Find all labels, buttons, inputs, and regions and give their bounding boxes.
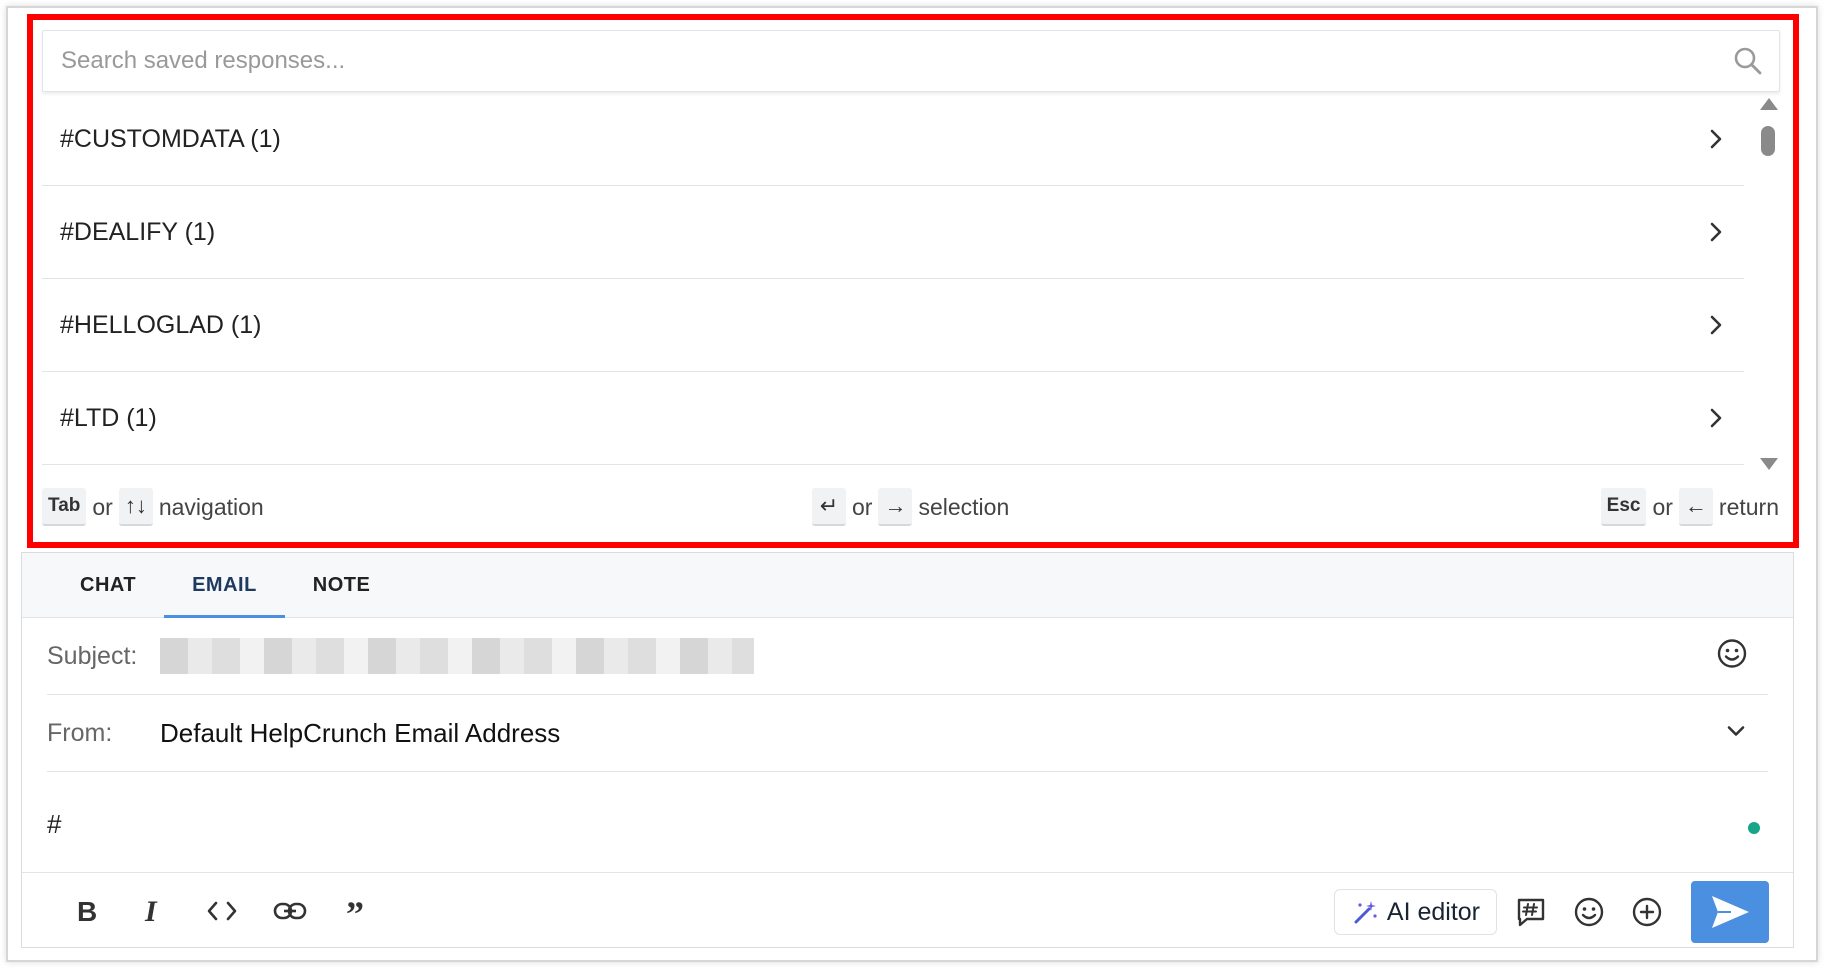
message-body[interactable]: # bbox=[22, 773, 1793, 873]
or-text: or bbox=[1652, 493, 1673, 520]
from-row[interactable]: From: Default HelpCrunch Email Address bbox=[47, 695, 1768, 772]
link-icon bbox=[273, 902, 307, 920]
selection-text: selection bbox=[918, 493, 1010, 520]
list-item[interactable]: #CUSTOMDATA (1) bbox=[42, 93, 1744, 186]
insert-emoji-button[interactable] bbox=[1565, 888, 1613, 936]
send-icon bbox=[1712, 896, 1749, 928]
list-item[interactable]: #DEALIFY (1) bbox=[42, 186, 1744, 279]
list-item-label: #CUSTOMDATA (1) bbox=[60, 124, 281, 153]
keyboard-hints: Tab or ↑↓ navigation ↵ or → selection Es… bbox=[42, 486, 1779, 528]
message-composer: CHAT EMAIL NOTE Subject: From: Default H… bbox=[21, 552, 1794, 948]
list-scrollbar[interactable] bbox=[1757, 98, 1779, 470]
formatting-toolbar: B I ” AI editor bbox=[22, 873, 1793, 949]
subject-row: Subject: bbox=[47, 618, 1768, 695]
ai-editor-label: AI editor bbox=[1386, 897, 1480, 926]
quote-icon: ” bbox=[346, 900, 364, 922]
esc-key: Esc bbox=[1600, 488, 1647, 526]
plus-circle-icon bbox=[1632, 897, 1662, 927]
up-down-key: ↑↓ bbox=[118, 488, 153, 526]
list-item-label: #LTD (1) bbox=[60, 403, 157, 432]
saved-responses-button[interactable] bbox=[1507, 888, 1555, 936]
bold-button[interactable]: B bbox=[52, 883, 120, 939]
return-text: return bbox=[1718, 493, 1779, 520]
search-input[interactable] bbox=[43, 31, 1779, 91]
link-button[interactable] bbox=[256, 883, 324, 939]
list-item-label: #DEALIFY (1) bbox=[60, 217, 216, 246]
tab-note[interactable]: NOTE bbox=[285, 553, 399, 617]
emoji-icon bbox=[1574, 897, 1604, 927]
chevron-right-icon bbox=[1710, 129, 1722, 149]
send-button[interactable] bbox=[1691, 881, 1769, 943]
code-icon bbox=[207, 901, 237, 921]
scroll-down-arrow[interactable] bbox=[1760, 458, 1778, 470]
code-button[interactable] bbox=[188, 883, 256, 939]
hashtag-message-icon bbox=[1517, 898, 1545, 927]
navigation-hint: Tab or ↑↓ navigation bbox=[42, 486, 264, 528]
online-status-dot bbox=[1748, 822, 1760, 834]
right-arrow-key: → bbox=[878, 488, 913, 526]
saved-responses-popup: #CUSTOMDATA (1) #DEALIFY (1) #HELLOGLAD … bbox=[27, 14, 1799, 548]
chevron-right-icon bbox=[1710, 222, 1722, 242]
italic-button[interactable]: I bbox=[120, 883, 188, 939]
selection-hint: ↵ or → selection bbox=[812, 486, 1009, 528]
left-arrow-key: ← bbox=[1678, 488, 1713, 526]
svg-text:I: I bbox=[144, 897, 158, 925]
from-select[interactable]: Default HelpCrunch Email Address bbox=[160, 718, 560, 749]
composer-tabs: CHAT EMAIL NOTE bbox=[22, 553, 1793, 618]
list-item-label: #HELLOGLAD (1) bbox=[60, 310, 262, 339]
tab-key: Tab bbox=[42, 488, 87, 526]
enter-key: ↵ bbox=[812, 488, 846, 526]
ai-editor-button[interactable]: AI editor bbox=[1333, 889, 1497, 935]
scroll-up-arrow[interactable] bbox=[1760, 98, 1778, 110]
magic-wand-icon bbox=[1354, 901, 1377, 924]
svg-text:B: B bbox=[77, 897, 97, 925]
emoji-icon[interactable] bbox=[1716, 638, 1748, 675]
tab-chat[interactable]: CHAT bbox=[52, 553, 164, 617]
toolbar-right-actions: AI editor bbox=[1333, 881, 1769, 943]
from-label: From: bbox=[47, 718, 113, 747]
search-icon[interactable] bbox=[1733, 46, 1763, 81]
add-attachment-button[interactable] bbox=[1623, 888, 1671, 936]
tab-email[interactable]: EMAIL bbox=[164, 553, 285, 618]
chevron-right-icon bbox=[1710, 315, 1722, 335]
search-box bbox=[42, 30, 1780, 92]
subject-input-blurred[interactable] bbox=[160, 638, 754, 674]
navigation-text: navigation bbox=[158, 493, 264, 520]
return-hint: Esc or ← return bbox=[1600, 486, 1779, 528]
italic-icon: I bbox=[144, 897, 158, 925]
list-item[interactable]: #LTD (1) bbox=[42, 372, 1744, 465]
subject-label: Subject: bbox=[47, 641, 138, 670]
or-text: or bbox=[92, 493, 113, 520]
svg-text:”: ” bbox=[346, 900, 364, 922]
quote-button[interactable]: ” bbox=[324, 883, 392, 939]
bold-icon: B bbox=[77, 897, 97, 925]
saved-responses-list: #CUSTOMDATA (1) #DEALIFY (1) #HELLOGLAD … bbox=[42, 93, 1744, 465]
message-body-text: # bbox=[47, 809, 62, 839]
chevron-down-icon[interactable] bbox=[1724, 719, 1748, 748]
or-text: or bbox=[852, 493, 873, 520]
chevron-right-icon bbox=[1710, 408, 1722, 428]
scroll-thumb[interactable] bbox=[1761, 126, 1775, 156]
list-item[interactable]: #HELLOGLAD (1) bbox=[42, 279, 1744, 372]
